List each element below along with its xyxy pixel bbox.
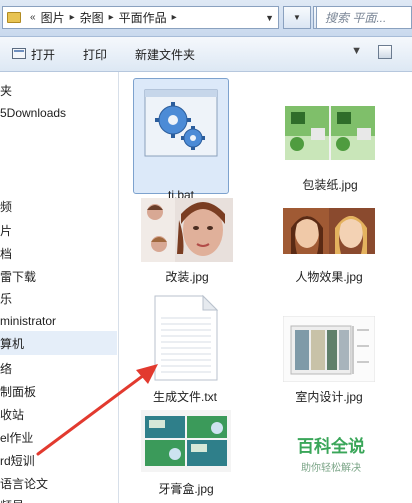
image-thumbnail (283, 208, 375, 257)
search-placeholder: 搜索 平面... (325, 11, 387, 25)
file-item-portrait-effect[interactable]: 人物效果.jpg (281, 208, 377, 286)
breadcrumb-item[interactable]: 杂图 (80, 9, 104, 26)
sidebar-item-label: 片 (0, 224, 13, 238)
sidebar-item-label: el作业 (0, 431, 34, 445)
dropdown-arrow-icon[interactable]: ▼ (265, 13, 274, 23)
sidebar-item[interactable]: 收站 (0, 406, 24, 423)
new-folder-label: 新建文件夹 (135, 47, 196, 62)
sidebar-item[interactable]: rd短训 (0, 452, 35, 469)
chevron-right-icon[interactable]: ▸ (70, 12, 75, 23)
sidebar-item[interactable]: 乐 (0, 290, 12, 307)
sidebar-item[interactable]: 制面板 (0, 383, 36, 400)
sidebar-item-label: 收站 (0, 408, 25, 422)
file-name: 包装纸.jpg (302, 178, 358, 192)
search-input[interactable]: 搜索 平面... (316, 6, 412, 29)
image-thumbnail (141, 410, 231, 475)
image-thumbnail (141, 198, 233, 265)
file-name: 室内设计.jpg (295, 390, 363, 404)
sidebar-item[interactable]: 档 (0, 245, 12, 262)
sidebar-item-label: 制面板 (0, 385, 37, 399)
file-item-makeover[interactable]: 改装.jpg (141, 198, 233, 286)
sidebar-item-label: ministrator (0, 314, 57, 328)
folder-icon (7, 12, 21, 23)
breadcrumb-item[interactable]: 平面作品 (119, 9, 167, 26)
watermark-subtitle: 助你轻松解决 (301, 463, 361, 474)
sidebar-item[interactable]: 语言论文 (0, 475, 48, 492)
chevron-right-icon[interactable]: ▸ (172, 12, 177, 23)
sidebar-item-label: 语言论文 (0, 477, 49, 491)
sidebar-item-label: 络 (0, 362, 13, 376)
image-thumbnail (282, 315, 376, 385)
file-name: 生成文件.txt (152, 390, 217, 404)
sidebar-item[interactable]: 5Downloads (0, 106, 66, 120)
address-bar: « 图片 ▸ 杂图 ▸ 平面作品 ▸ ▼ ▼ ⟳ 搜索 平面... (0, 0, 412, 37)
breadcrumb[interactable]: « 图片 ▸ 杂图 ▸ 平面作品 ▸ ▼ (2, 6, 279, 29)
file-item-interior-design[interactable]: 室内设计.jpg (282, 315, 376, 406)
batch-file-icon (141, 84, 221, 167)
sidebar-item[interactable]: 雷下载 (0, 268, 36, 285)
history-dropdown-button[interactable]: ▼ (283, 6, 311, 29)
sidebar-item-label: 算机 (0, 337, 25, 351)
open-icon (12, 47, 26, 62)
chevron-down-icon: ▼ (293, 13, 301, 22)
sidebar-item-label: 5Downloads (0, 106, 67, 120)
sidebar-item-label: rd短训 (0, 454, 35, 468)
sidebar-item-label: 乐 (0, 292, 13, 306)
sidebar-item-label: 夹 (0, 84, 13, 98)
sidebar-item-computer[interactable]: 算机 (0, 331, 117, 355)
watermark: 百科全说 助你轻松解决 (286, 432, 376, 482)
file-item-toothpaste-box[interactable]: 牙膏盒.jpg (139, 410, 233, 498)
file-item-ti-bat[interactable]: ti.bat (133, 78, 229, 202)
sidebar-item[interactable]: 频 (0, 198, 12, 215)
watermark-title: 百科全说 (297, 437, 365, 456)
open-button[interactable]: 打开 (12, 46, 55, 63)
sidebar-item[interactable]: ministrator (0, 314, 56, 328)
print-label: 打印 (83, 47, 108, 62)
file-name: 改装.jpg (165, 270, 209, 284)
command-bar: 打开 打印 新建文件夹 ▼ (0, 37, 412, 72)
view-options-icon[interactable]: ▼ (351, 45, 362, 59)
navigation-pane[interactable]: 夹 5Downloads 频 片 档 雷下载 乐 ministrator 算机 … (0, 72, 119, 503)
preview-pane-icon[interactable] (378, 45, 392, 59)
sidebar-item-label: 档 (0, 247, 13, 261)
sidebar-item-label: 雷下载 (0, 270, 37, 284)
sidebar-item[interactable]: 频显 (0, 497, 24, 503)
sidebar-item-label: 频 (0, 200, 13, 214)
chevron-left-icon[interactable]: « (30, 12, 36, 23)
open-label: 打开 (31, 47, 56, 62)
chevron-right-icon[interactable]: ▸ (109, 12, 114, 23)
print-button[interactable]: 打印 (83, 46, 107, 63)
new-folder-button[interactable]: 新建文件夹 (135, 46, 195, 63)
sidebar-item[interactable]: 夹 (0, 82, 12, 99)
file-name: 牙膏盒.jpg (158, 482, 214, 496)
file-item-generated-txt[interactable]: 生成文件.txt (139, 294, 231, 406)
sidebar-item-label: 频显 (0, 499, 24, 503)
image-thumbnail (285, 106, 375, 163)
sidebar-item[interactable]: 络 (0, 360, 12, 377)
sidebar-item[interactable]: 片 (0, 222, 12, 239)
breadcrumb-item[interactable]: 图片 (41, 9, 65, 26)
sidebar-item[interactable]: el作业 (0, 429, 33, 446)
file-name: 人物效果.jpg (295, 270, 363, 284)
text-file-icon (151, 294, 221, 385)
